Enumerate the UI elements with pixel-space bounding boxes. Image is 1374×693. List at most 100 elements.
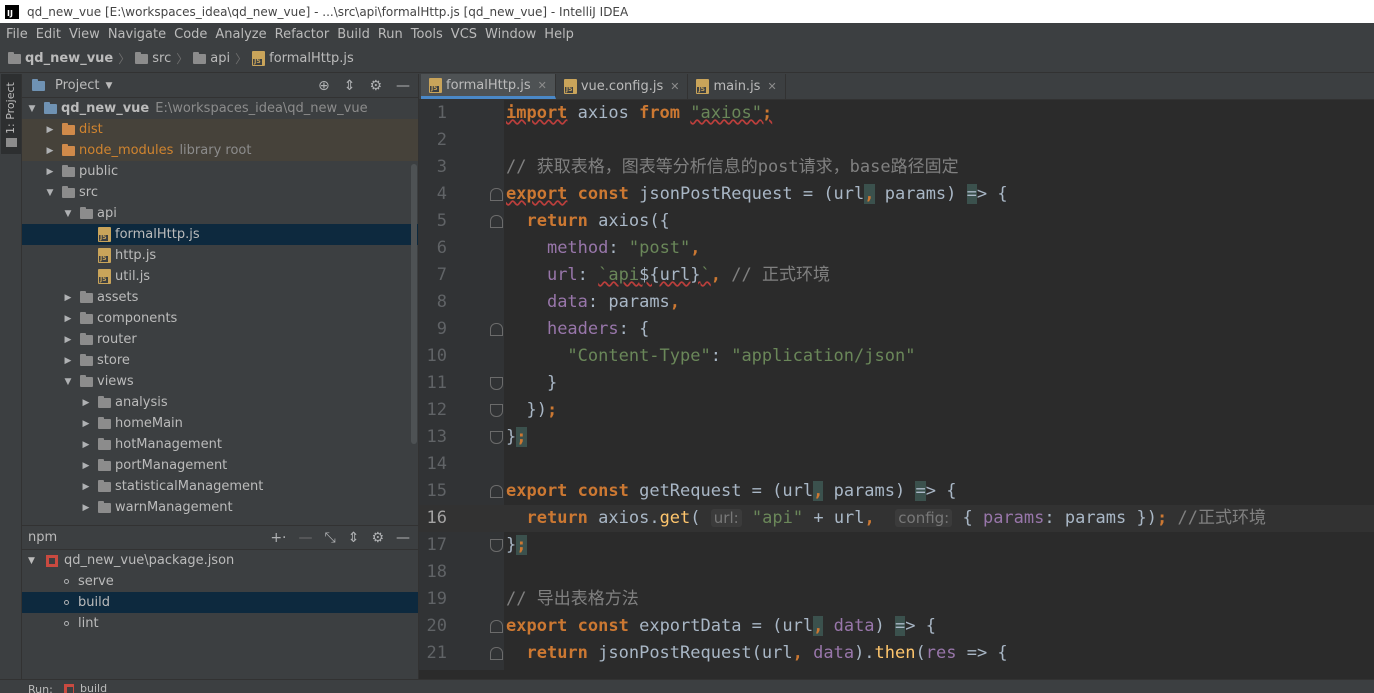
gear-icon[interactable]: ⚙	[369, 78, 382, 94]
locate-target-icon[interactable]: ⊕	[318, 78, 330, 94]
remove-icon[interactable]: —	[299, 530, 313, 546]
tree-item-statisticalmanagement[interactable]: ▶ statisticalManagement	[22, 476, 418, 497]
tree-item-portmanagement[interactable]: ▶ portManagement	[22, 455, 418, 476]
menu-tools[interactable]: Tools	[407, 27, 447, 42]
fold-marker-icon[interactable]	[490, 323, 503, 336]
tab-formalhttp-js[interactable]: formalHttp.js ✕	[421, 74, 556, 99]
chevron-down-icon[interactable]: ▼	[62, 377, 74, 387]
tree-item-http-js[interactable]: http.js	[22, 245, 418, 266]
breadcrumb-project[interactable]: qd_new_vue	[8, 51, 113, 66]
code-line[interactable]: 3 // 获取表格，图表等分析信息的post请求，base路径固定	[419, 154, 1374, 181]
chevron-down-icon[interactable]: ▼	[28, 556, 40, 566]
fold-marker-icon[interactable]	[490, 215, 503, 228]
chevron-right-icon[interactable]: ▶	[44, 146, 56, 156]
tree-item-dist[interactable]: ▶ dist	[22, 119, 418, 140]
chevron-right-icon[interactable]: ▶	[80, 461, 92, 471]
code-line[interactable]: 20 export const exportData = (url, data) …	[419, 613, 1374, 640]
fold-marker-icon[interactable]	[490, 485, 503, 498]
chevron-down-icon[interactable]: ▼	[62, 209, 74, 219]
code-line[interactable]: 2	[419, 127, 1374, 154]
project-tree-scrollbar[interactable]	[411, 164, 417, 444]
chevron-down-icon[interactable]: ▼	[44, 188, 56, 198]
chevron-right-icon[interactable]: ▶	[62, 293, 74, 303]
chevron-right-icon[interactable]: ▶	[80, 419, 92, 429]
chevron-right-icon[interactable]: ▶	[62, 314, 74, 324]
tree-item-analysis[interactable]: ▶ analysis	[22, 392, 418, 413]
tree-item-assets[interactable]: ▶ assets	[22, 287, 418, 308]
chevron-right-icon[interactable]: ▶	[44, 167, 56, 177]
menu-view[interactable]: View	[65, 27, 104, 42]
fold-marker-icon[interactable]	[490, 539, 503, 552]
tree-item-qd-new-vue[interactable]: ▼ qd_new_vue E:\workspaces_idea\qd_new_vue	[22, 98, 418, 119]
add-icon[interactable]: +·	[270, 530, 286, 546]
close-icon[interactable]: ✕	[538, 79, 547, 92]
collapse-all-icon[interactable]: ⇕	[348, 530, 360, 546]
tree-item-node-modules[interactable]: ▶ node_modules library root	[22, 140, 418, 161]
code-line-current[interactable]: 16 return axios.get( url: "api" + url, c…	[419, 505, 1374, 532]
code-line[interactable]: 13};	[419, 424, 1374, 451]
menu-window[interactable]: Window	[481, 27, 540, 42]
fold-marker-icon[interactable]	[490, 377, 503, 390]
chevron-right-icon[interactable]: ▶	[44, 125, 56, 135]
tree-item-store[interactable]: ▶ store	[22, 350, 418, 371]
code-line[interactable]: 8 data: params,	[419, 289, 1374, 316]
project-view-selector[interactable]: Project	[55, 78, 99, 93]
project-tool-window-tab[interactable]: 1: Project	[1, 74, 21, 154]
gear-icon[interactable]: ⚙	[371, 530, 384, 546]
code-line[interactable]: 9 headers: {	[419, 316, 1374, 343]
tree-item-public[interactable]: ▶ public	[22, 161, 418, 182]
tree-item-components[interactable]: ▶ components	[22, 308, 418, 329]
close-icon[interactable]: ✕	[767, 80, 776, 93]
code-line[interactable]: 4 export const jsonPostRequest = (url, pa…	[419, 181, 1374, 208]
menu-edit[interactable]: Edit	[32, 27, 65, 42]
tree-item-views[interactable]: ▼ views	[22, 371, 418, 392]
code-line[interactable]: 7 url: `api${url}`, // 正式环境	[419, 262, 1374, 289]
chevron-right-icon[interactable]: ▶	[80, 398, 92, 408]
code-line[interactable]: 17};	[419, 532, 1374, 559]
tree-item-router[interactable]: ▶ router	[22, 329, 418, 350]
tab-vue-config-js[interactable]: vue.config.js ✕	[556, 74, 689, 99]
run-config-tab[interactable]: build	[64, 682, 107, 693]
code-line[interactable]: 18	[419, 559, 1374, 586]
editor-horizontal-scrollbar[interactable]	[419, 670, 1374, 679]
chevron-down-icon[interactable]: ▼	[105, 81, 112, 91]
code-line[interactable]: 15 export const getRequest = (url, params…	[419, 478, 1374, 505]
tab-main-js[interactable]: main.js ✕	[688, 74, 786, 99]
tree-item-homemain[interactable]: ▶ homeMain	[22, 413, 418, 434]
close-icon[interactable]: ✕	[670, 80, 679, 93]
minimize-icon[interactable]: —	[396, 78, 410, 94]
npm-script-build[interactable]: build	[22, 592, 418, 613]
code-line[interactable]: 19 // 导出表格方法	[419, 586, 1374, 613]
npm-script-lint[interactable]: lint	[22, 613, 418, 634]
fold-marker-icon[interactable]	[490, 647, 503, 660]
code-area[interactable]: 1 import axios from "axios"; 2 3 // 获取表格，图…	[419, 100, 1374, 679]
menu-build[interactable]: Build	[333, 27, 374, 42]
collapse-all-icon[interactable]: ⇕	[344, 78, 356, 94]
chevron-down-icon[interactable]: ▼	[26, 104, 38, 114]
chevron-right-icon[interactable]: ▶	[80, 503, 92, 513]
tree-item-hotmanagement[interactable]: ▶ hotManagement	[22, 434, 418, 455]
chevron-right-icon[interactable]: ▶	[80, 440, 92, 450]
expand-icon[interactable]: ⤡	[325, 530, 336, 546]
fold-marker-icon[interactable]	[490, 404, 503, 417]
chevron-right-icon[interactable]: ▶	[80, 482, 92, 492]
code-line[interactable]: 14	[419, 451, 1374, 478]
fold-marker-icon[interactable]	[490, 431, 503, 444]
code-line[interactable]: 11 }	[419, 370, 1374, 397]
breadcrumb-src[interactable]: src	[135, 51, 171, 66]
menu-help[interactable]: Help	[540, 27, 578, 42]
tree-item-util-js[interactable]: util.js	[22, 266, 418, 287]
code-line[interactable]: 6 method: "post",	[419, 235, 1374, 262]
menu-vcs[interactable]: VCS	[447, 27, 481, 42]
code-line[interactable]: 21 return jsonPostRequest(url, data).the…	[419, 640, 1374, 667]
breadcrumb-file[interactable]: formalHttp.js	[252, 51, 354, 66]
tree-item-api[interactable]: ▼ api	[22, 203, 418, 224]
menu-run[interactable]: Run	[374, 27, 407, 42]
tree-item-formalhttp-js[interactable]: formalHttp.js	[22, 224, 418, 245]
fold-marker-icon[interactable]	[490, 620, 503, 633]
menu-code[interactable]: Code	[170, 27, 211, 42]
tree-item-src[interactable]: ▼ src	[22, 182, 418, 203]
minimize-icon[interactable]: —	[396, 530, 410, 546]
tree-item-warnmanagement[interactable]: ▶ warnManagement	[22, 497, 418, 518]
chevron-right-icon[interactable]: ▶	[62, 335, 74, 345]
